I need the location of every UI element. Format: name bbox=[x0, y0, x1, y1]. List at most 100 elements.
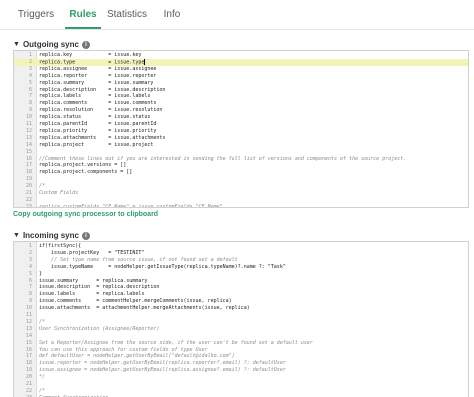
code-text: issue.attachments = attachmentHelper.mer… bbox=[39, 305, 250, 312]
line-number: 11 bbox=[25, 312, 32, 318]
tab-rules[interactable]: Rules bbox=[65, 0, 101, 29]
code-comment: def defaultUser = nodeHelper.getUserByEm… bbox=[39, 353, 235, 360]
code-line[interactable]: 2 issue.projectKey = "TESTINIT" bbox=[14, 250, 468, 257]
line-number: 6 bbox=[28, 86, 32, 93]
line-number: 21 bbox=[25, 190, 32, 196]
code-line[interactable]: 7 replica.labels = issue.labels bbox=[14, 93, 468, 100]
code-line[interactable]: 15 bbox=[14, 149, 468, 156]
code-line[interactable]: 20 /* bbox=[14, 183, 468, 190]
line-number: 5 bbox=[28, 79, 32, 86]
code-line[interactable]: 6 replica.description = issue.description bbox=[14, 87, 468, 94]
code-line[interactable]: 19 bbox=[14, 176, 468, 183]
code-line[interactable]: 8 issue.labels = replica.labels bbox=[14, 291, 468, 298]
line-number: 22 bbox=[25, 387, 32, 394]
line-number: 21 bbox=[25, 381, 32, 387]
code-line[interactable]: 21 bbox=[14, 381, 468, 388]
code-line[interactable]: 16 //Comment these lines out if you are i… bbox=[14, 156, 468, 163]
code-line[interactable]: 10 issue.attachments = attachmentHelper.m… bbox=[14, 305, 468, 312]
tab-statistics[interactable]: Statistics bbox=[106, 0, 148, 29]
code-line[interactable]: 15 Set a Reporter/Assignee from the sourc… bbox=[14, 340, 468, 347]
code-line[interactable]: 12 /* bbox=[14, 319, 468, 326]
code-line[interactable]: 19 issue.assignee = nodeHelper.getUserByE… bbox=[14, 367, 468, 374]
incoming-sync-header[interactable]: ▼ Incoming sync i bbox=[13, 231, 90, 240]
code-line[interactable]: 11 replica.parentId = issue.parentId bbox=[14, 121, 468, 128]
line-number: 9 bbox=[28, 298, 32, 305]
code-line[interactable]: 4 replica.reporter = issue.reporter bbox=[14, 73, 468, 80]
line-number: 8 bbox=[28, 100, 32, 107]
code-line[interactable]: 9 issue.comments = commentHelper.mergeCom… bbox=[14, 298, 468, 305]
line-number: 14 bbox=[25, 332, 32, 339]
line-number: 17 bbox=[25, 353, 32, 360]
code-line[interactable]: 14 replica.project = issue.project bbox=[14, 142, 468, 149]
line-number: 4 bbox=[28, 72, 32, 79]
code-line[interactable]: 22 bbox=[14, 197, 468, 204]
line-number: 11 bbox=[25, 121, 32, 127]
code-text: replica.assignee = issue.assignee bbox=[39, 65, 157, 72]
code-line[interactable]: 17 replica.project.versions = [] bbox=[14, 162, 468, 169]
line-number: 23 bbox=[25, 203, 32, 208]
line-number: 7 bbox=[28, 93, 32, 100]
code-text: replica.reporter = issue.reporter bbox=[39, 72, 157, 79]
chevron-down-icon[interactable]: ▼ bbox=[13, 232, 20, 239]
copy-outgoing-sync-link[interactable]: Copy outgoing sync processor to clipboar… bbox=[13, 211, 158, 218]
code-line[interactable]: 1 replica.key = issue.key bbox=[14, 52, 468, 59]
line-number: 18 bbox=[25, 360, 32, 367]
line-number: 13 bbox=[25, 325, 32, 332]
line-number: 15 bbox=[25, 339, 32, 346]
code-text: issue.comments = commentHelper.mergeComm… bbox=[39, 298, 232, 305]
code-text: replica.project.versions = [] bbox=[39, 162, 127, 169]
line-number: 8 bbox=[28, 291, 32, 298]
code-line[interactable]: 23 replica.customFields."CF Name" = issue… bbox=[14, 203, 468, 208]
code-line[interactable]: 10 replica.status = issue.status bbox=[14, 114, 468, 121]
outgoing-sync-header[interactable]: ▼ Outgoing sync i bbox=[13, 40, 90, 49]
code-line[interactable]: 13 User Synchronization (Assignee/Reporte… bbox=[14, 326, 468, 333]
code-line[interactable]: 18 issue.reporter = nodeHelper.getUserByE… bbox=[14, 360, 468, 367]
info-icon[interactable]: i bbox=[81, 231, 90, 240]
code-line[interactable]: 4 issue.typeName = nodeHelper.getIssueTy… bbox=[14, 264, 468, 271]
code-line[interactable]: 17 def defaultUser = nodeHelper.getUserBy… bbox=[14, 353, 468, 360]
code-comment: Set a Reporter/Assignee from the source … bbox=[39, 339, 313, 346]
code-comment: //Comment these lines out if you are int… bbox=[39, 155, 407, 162]
code-line[interactable]: 5} bbox=[14, 271, 468, 278]
code-comment: replica.customFields."CF Name" = issue.c… bbox=[39, 203, 223, 208]
code-line[interactable]: 5 replica.summary = issue.summary bbox=[14, 80, 468, 87]
code-line[interactable]: 16 You can use this approach for custom f… bbox=[14, 347, 468, 354]
outgoing-sync-editor[interactable]: 1 replica.key = issue.key 2 replica.type = … bbox=[13, 50, 469, 208]
code-line[interactable]: 18 replica.project.components = [] bbox=[14, 169, 468, 176]
line-number: 15 bbox=[25, 148, 32, 155]
code-line[interactable]: 11 bbox=[14, 312, 468, 319]
code-line[interactable]: 21 Custom Fields bbox=[14, 190, 468, 197]
code-line[interactable]: 2 replica.type = issue.type bbox=[14, 58, 468, 66]
code-text: issue.summary = replica.summary bbox=[39, 277, 148, 284]
tab-triggers[interactable]: Triggers bbox=[12, 0, 60, 29]
code-line[interactable]: 13 replica.attachments = issue.attachment… bbox=[14, 135, 468, 142]
line-number: 1 bbox=[28, 243, 32, 249]
incoming-sync-editor[interactable]: 1 if(firstSync){2 issue.projectKey = "TES… bbox=[13, 241, 469, 397]
code-line[interactable]: 20 */ bbox=[14, 374, 468, 381]
code-line[interactable]: 6 issue.summary = replica.summary bbox=[14, 278, 468, 285]
code-line[interactable]: 3 // Set type name from source issue, if… bbox=[14, 257, 468, 264]
code-comment: issue.reporter = nodeHelper.getUserByEma… bbox=[39, 360, 286, 367]
code-line[interactable]: 1 if(firstSync){ bbox=[14, 243, 468, 250]
code-text: issue.projectKey = "TESTINIT" bbox=[39, 249, 145, 256]
chevron-down-icon[interactable]: ▼ bbox=[13, 41, 20, 48]
code-line[interactable]: 3 replica.assignee = issue.assignee bbox=[14, 66, 468, 73]
code-line[interactable]: 9 replica.resolution = issue.resolution bbox=[14, 107, 468, 114]
code-line[interactable]: 14 bbox=[14, 333, 468, 340]
code-text: replica.status = issue.status bbox=[39, 114, 151, 121]
code-line[interactable]: 22 /* bbox=[14, 388, 468, 395]
tab-info[interactable]: Info bbox=[156, 0, 188, 29]
line-number: 3 bbox=[28, 256, 32, 263]
code-line[interactable]: 12 replica.priority = issue.priority bbox=[14, 128, 468, 135]
code-text: issue.description = replica.description bbox=[39, 284, 160, 291]
line-number: 12 bbox=[25, 127, 32, 134]
code-comment: issue.assignee = nodeHelper.getUserByEma… bbox=[39, 367, 286, 374]
code-line[interactable]: 7 issue.description = replica.description bbox=[14, 284, 468, 291]
code-line[interactable]: 8 replica.comments = issue.comments bbox=[14, 100, 468, 107]
info-icon[interactable]: i bbox=[81, 40, 90, 49]
code-text: replica.key = issue.key bbox=[39, 52, 142, 58]
line-number: 14 bbox=[25, 141, 32, 148]
code-comment: // Set type name from source issue, if n… bbox=[39, 256, 238, 263]
code-comment: */ bbox=[39, 374, 46, 381]
code-text: issue.typeName = nodeHelper.getIssueType… bbox=[39, 263, 286, 270]
